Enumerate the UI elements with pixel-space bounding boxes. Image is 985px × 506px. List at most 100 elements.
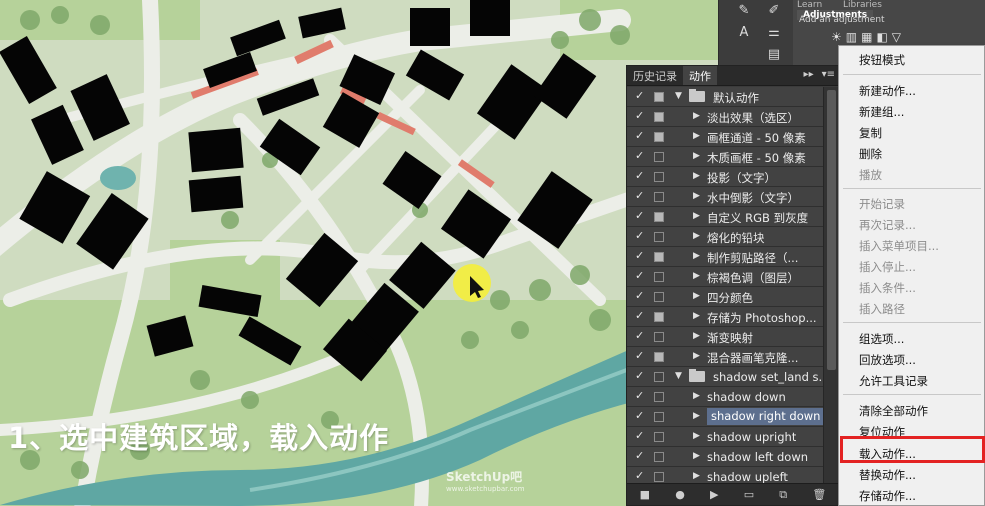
action-row[interactable]: ✓ ▶ 制作剪贴路径（... bbox=[627, 247, 823, 267]
action-row[interactable]: ✓ ▶ 混合器画笔克隆... bbox=[627, 347, 823, 367]
action-row[interactable]: ✓ ▶ shadow left down bbox=[627, 447, 823, 467]
dialog-toggle-icon[interactable] bbox=[654, 212, 664, 222]
expand-right-icon[interactable]: ▶ bbox=[693, 431, 700, 441]
layers-icon[interactable]: ▤ bbox=[763, 46, 785, 64]
dialog-toggle-icon[interactable] bbox=[654, 352, 664, 362]
menu-item[interactable]: 替换动作... bbox=[859, 467, 916, 483]
menu-item[interactable]: 新建组... bbox=[859, 104, 904, 120]
checkmark-icon[interactable]: ✓ bbox=[635, 189, 644, 202]
expand-right-icon[interactable]: ▶ bbox=[693, 291, 700, 301]
dialog-toggle-icon[interactable] bbox=[654, 232, 664, 242]
checkmark-icon[interactable]: ✓ bbox=[635, 109, 644, 122]
expand-right-icon[interactable]: ▶ bbox=[693, 351, 700, 361]
expand-right-icon[interactable]: ▶ bbox=[693, 411, 700, 421]
menu-item[interactable]: 清除全部动作 bbox=[859, 403, 928, 419]
expand-right-icon[interactable]: ▶ bbox=[693, 471, 700, 481]
gradient-icon[interactable]: ▽ bbox=[892, 30, 905, 44]
expand-right-icon[interactable]: ▶ bbox=[693, 331, 700, 341]
checkmark-icon[interactable]: ✓ bbox=[635, 89, 644, 102]
text-tool-icon[interactable]: A bbox=[733, 24, 755, 42]
expand-right-icon[interactable]: ▶ bbox=[693, 151, 700, 161]
expand-right-icon[interactable]: ▶ bbox=[693, 451, 700, 461]
checkmark-icon[interactable]: ✓ bbox=[635, 389, 644, 402]
action-set-row[interactable]: ✓ ▼ 默认动作 bbox=[627, 87, 823, 107]
menu-item[interactable]: 删除 bbox=[859, 146, 882, 162]
record-icon[interactable]: ● bbox=[675, 488, 685, 501]
expand-right-icon[interactable]: ▶ bbox=[693, 211, 700, 221]
collapse-icon[interactable]: ▸▸ bbox=[800, 66, 818, 85]
action-row[interactable]: ✓ ▶ 水中倒影（文字） bbox=[627, 187, 823, 207]
panel-menu-icon[interactable]: ▾≡ bbox=[818, 66, 839, 85]
brush-icon[interactable]: ✐ bbox=[763, 2, 785, 20]
action-row[interactable]: ✓ ▶ 存储为 Photoshop... bbox=[627, 307, 823, 327]
menu-item[interactable]: 复制 bbox=[859, 125, 882, 141]
play-icon[interactable]: ▶ bbox=[710, 488, 718, 501]
expand-right-icon[interactable]: ▶ bbox=[693, 271, 700, 281]
dialog-toggle-icon[interactable] bbox=[654, 472, 664, 482]
expand-right-icon[interactable]: ▶ bbox=[693, 251, 700, 261]
expand-right-icon[interactable]: ▶ bbox=[693, 111, 700, 121]
dialog-toggle-icon[interactable] bbox=[654, 272, 664, 282]
actions-scrollbar[interactable] bbox=[823, 87, 839, 483]
expand-right-icon[interactable]: ▶ bbox=[693, 191, 700, 201]
tab-history[interactable]: 历史记录 bbox=[627, 66, 683, 85]
adjust-icon[interactable]: ⚌ bbox=[763, 24, 785, 42]
action-row[interactable]: ✓ ▶ 渐变映射 bbox=[627, 327, 823, 347]
dialog-toggle-icon[interactable] bbox=[654, 332, 664, 342]
exposure-icon[interactable]: ◧ bbox=[876, 30, 891, 44]
checkmark-icon[interactable]: ✓ bbox=[635, 469, 644, 482]
tab-actions[interactable]: 动作 bbox=[683, 66, 717, 85]
checkmark-icon[interactable]: ✓ bbox=[635, 409, 644, 422]
dialog-toggle-icon[interactable] bbox=[654, 372, 664, 382]
tab-libraries[interactable]: Libraries bbox=[843, 0, 882, 10]
expand-down-icon[interactable]: ▼ bbox=[675, 91, 682, 101]
action-row[interactable]: ✓ ▶ 画框通道 - 50 像素 bbox=[627, 127, 823, 147]
checkmark-icon[interactable]: ✓ bbox=[635, 209, 644, 222]
dialog-toggle-icon[interactable] bbox=[654, 412, 664, 422]
checkmark-icon[interactable]: ✓ bbox=[635, 369, 644, 382]
dialog-toggle-icon[interactable] bbox=[654, 172, 664, 182]
menu-item[interactable]: 回放选项... bbox=[859, 352, 916, 368]
menu-item[interactable]: 组选项... bbox=[859, 331, 904, 347]
action-row[interactable]: ✓ ▶ 四分颜色 bbox=[627, 287, 823, 307]
action-row[interactable]: ✓ ▶ shadow upright bbox=[627, 427, 823, 447]
expand-right-icon[interactable]: ▶ bbox=[693, 391, 700, 401]
checkmark-icon[interactable]: ✓ bbox=[635, 129, 644, 142]
new-action-icon[interactable]: ⧉ bbox=[779, 488, 787, 502]
checkmark-icon[interactable]: ✓ bbox=[635, 309, 644, 322]
delete-icon[interactable]: 🗑 bbox=[812, 488, 826, 501]
new-set-icon[interactable]: ▭ bbox=[744, 488, 754, 501]
dialog-toggle-icon[interactable] bbox=[654, 452, 664, 462]
expand-down-icon[interactable]: ▼ bbox=[675, 371, 682, 381]
checkmark-icon[interactable]: ✓ bbox=[635, 229, 644, 242]
expand-right-icon[interactable]: ▶ bbox=[693, 311, 700, 321]
dialog-toggle-icon[interactable] bbox=[654, 292, 664, 302]
checkmark-icon[interactable]: ✓ bbox=[635, 329, 644, 342]
checkmark-icon[interactable]: ✓ bbox=[635, 429, 644, 442]
paint-icon[interactable]: ✎ bbox=[733, 2, 755, 20]
dialog-toggle-icon[interactable] bbox=[654, 392, 664, 402]
dialog-toggle-icon[interactable] bbox=[654, 132, 664, 142]
checkmark-icon[interactable]: ✓ bbox=[635, 349, 644, 362]
levels-icon[interactable]: ▥ bbox=[846, 30, 861, 44]
action-row[interactable]: ✓ ▶ 投影（文字） bbox=[627, 167, 823, 187]
checkmark-icon[interactable]: ✓ bbox=[635, 149, 644, 162]
action-row[interactable]: ✓ ▶ 熔化的铅块 bbox=[627, 227, 823, 247]
dialog-toggle-icon[interactable] bbox=[654, 432, 664, 442]
action-row[interactable]: ✓ ▶ 淡出效果（选区） bbox=[627, 107, 823, 127]
menu-item[interactable]: 允许工具记录 bbox=[859, 373, 928, 389]
checkmark-icon[interactable]: ✓ bbox=[635, 289, 644, 302]
brightness-icon[interactable]: ☀ bbox=[831, 30, 846, 44]
expand-right-icon[interactable]: ▶ bbox=[693, 131, 700, 141]
dialog-toggle-icon[interactable] bbox=[654, 192, 664, 202]
dialog-toggle-icon[interactable] bbox=[654, 312, 664, 322]
stop-icon[interactable]: ■ bbox=[640, 488, 650, 501]
action-row[interactable]: ✓ ▶ shadow down bbox=[627, 387, 823, 407]
dialog-toggle-icon[interactable] bbox=[654, 112, 664, 122]
action-row[interactable]: ✓ ▶ shadow right down bbox=[627, 407, 825, 427]
expand-right-icon[interactable]: ▶ bbox=[693, 231, 700, 241]
dialog-toggle-icon[interactable] bbox=[654, 92, 664, 102]
curves-icon[interactable]: ▦ bbox=[861, 30, 876, 44]
expand-right-icon[interactable]: ▶ bbox=[693, 171, 700, 181]
action-row[interactable]: ✓ ▶ 木质画框 - 50 像素 bbox=[627, 147, 823, 167]
